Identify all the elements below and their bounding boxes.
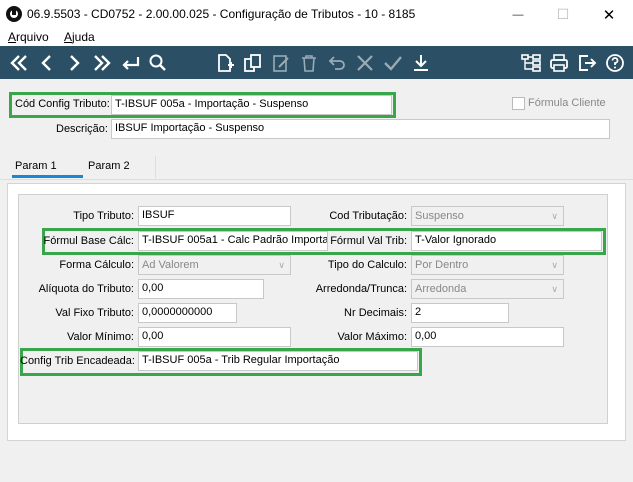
val-fixo-field[interactable]: 0,0000000000 <box>138 303 237 323</box>
enter-button[interactable] <box>117 50 143 76</box>
cod-tributacao-select[interactable]: Suspenso ∨ <box>411 206 564 226</box>
cod-config-field[interactable]: T-IBSUF 005a - Importação - Suspenso <box>111 95 392 115</box>
print-icon <box>550 54 568 72</box>
toolbar <box>0 46 633 79</box>
tipo-calculo-value: Por Dentro <box>415 259 469 271</box>
chevron-down-icon: ∨ <box>551 210 558 221</box>
undo-icon <box>328 56 345 70</box>
search-icon <box>149 54 166 71</box>
tipo-tributo-field[interactable]: IBSUF <box>138 206 291 226</box>
forma-calculo-value: Ad Valorem <box>142 259 199 271</box>
cancel-button[interactable] <box>352 50 378 76</box>
first-record-button[interactable] <box>6 50 32 76</box>
chevron-down-icon: ∨ <box>551 259 558 270</box>
edit-icon <box>273 55 289 72</box>
next-record-icon <box>70 55 80 71</box>
last-record-button[interactable] <box>89 50 115 76</box>
config-encadeada-field[interactable]: T-IBSUF 005a - Trib Regular Importação <box>138 351 418 371</box>
menu-arquivo[interactable]: Arquivo <box>8 30 49 44</box>
next-record-button[interactable] <box>61 50 87 76</box>
arredonda-label: Arredonda/Trunca: <box>315 283 407 295</box>
last-record-icon <box>94 55 111 71</box>
app-logo-icon <box>6 6 22 22</box>
close-button[interactable]: ✕ <box>586 0 632 29</box>
valor-maximo-label: Valor Máximo: <box>337 331 407 343</box>
config-encadeada-label: Config Trib Encadeada: <box>20 355 135 367</box>
nr-decimais-field[interactable]: 2 <box>411 303 509 323</box>
exit-button[interactable] <box>574 50 600 76</box>
menu-ajuda-label: juda <box>72 30 95 44</box>
confirm-icon <box>384 56 402 71</box>
edit-button[interactable] <box>268 50 294 76</box>
cancel-icon <box>357 55 373 71</box>
delete-icon <box>302 55 316 72</box>
download-button[interactable] <box>408 50 434 76</box>
help-button[interactable] <box>602 50 628 76</box>
search-button[interactable] <box>145 50 171 76</box>
tab-param-1[interactable]: Param 1 <box>15 160 57 172</box>
active-tab-indicator <box>12 175 83 178</box>
cod-tributacao-value: Suspenso <box>415 210 464 222</box>
chevron-down-icon: ∨ <box>551 283 558 294</box>
new-document-icon <box>218 54 234 72</box>
valor-maximo-field[interactable]: 0,00 <box>411 327 564 347</box>
maximize-icon: ☐ <box>556 6 570 22</box>
window-title: 06.9.5503 - CD0752 - 2.00.00.025 - Confi… <box>27 7 416 21</box>
chevron-down-icon: ∨ <box>278 259 285 270</box>
menu-ajuda-accel: A <box>64 30 73 44</box>
menu-arquivo-label: rquivo <box>16 30 49 44</box>
tipo-tributo-label: Tipo Tributo: <box>73 210 134 222</box>
maximize-button[interactable]: ☐ <box>540 0 586 29</box>
cod-tributacao-label: Cod Tributação: <box>329 210 407 222</box>
forma-calculo-select[interactable]: Ad Valorem ∨ <box>138 255 291 275</box>
menu-arquivo-accel: A <box>8 30 17 44</box>
tree-icon <box>521 54 541 72</box>
valor-minimo-label: Valor Mínimo: <box>66 331 134 343</box>
descricao-label: Descrição: <box>56 123 108 135</box>
forma-calculo-label: Forma Cálculo: <box>59 259 134 271</box>
first-record-icon <box>10 55 27 71</box>
tipo-calculo-label: Tipo do Calculo: <box>327 259 407 271</box>
nr-decimais-label: Nr Decimais: <box>344 307 407 319</box>
new-button[interactable] <box>212 50 238 76</box>
minimize-button[interactable]: — <box>495 0 541 29</box>
formul-val-label: Fórmul Val Trib: <box>330 235 407 247</box>
val-fixo-label: Val Fixo Tributo: <box>55 307 134 319</box>
menu-bar: Arquivo Ajuda <box>0 29 633 46</box>
exit-icon <box>579 55 597 71</box>
tree-button[interactable] <box>518 50 544 76</box>
download-icon <box>414 55 428 71</box>
confirm-button[interactable] <box>380 50 406 76</box>
valor-minimo-field[interactable]: 0,00 <box>138 327 291 347</box>
formul-base-label: Fórmul Base Cálc: <box>43 235 134 247</box>
minimize-icon: — <box>512 8 524 21</box>
cod-config-label: Cód Config Tributo: <box>15 98 110 110</box>
title-bar: 06.9.5503 - CD0752 - 2.00.00.025 - Confi… <box>0 0 633 29</box>
formula-cliente-label: Fórmula Cliente <box>528 97 606 109</box>
delete-button[interactable] <box>296 50 322 76</box>
tab-separator <box>155 156 156 178</box>
menu-ajuda[interactable]: Ajuda <box>64 30 95 44</box>
arredonda-select[interactable]: Arredonda ∨ <box>411 279 564 299</box>
descricao-field[interactable]: IBSUF Importação - Suspenso <box>111 119 610 139</box>
print-button[interactable] <box>546 50 572 76</box>
aliquota-field[interactable]: 0,00 <box>138 279 264 299</box>
undo-button[interactable] <box>324 50 350 76</box>
prev-record-button[interactable] <box>34 50 60 76</box>
close-icon: ✕ <box>602 6 616 24</box>
tipo-calculo-select[interactable]: Por Dentro ∨ <box>411 255 564 275</box>
enter-icon <box>122 57 140 70</box>
tabs-divider <box>0 179 633 180</box>
copy-button[interactable] <box>240 50 266 76</box>
aliquota-label: Alíquota do Tributo: <box>38 283 134 295</box>
arredonda-value: Arredonda <box>415 283 467 295</box>
tab-param-2[interactable]: Param 2 <box>88 160 130 172</box>
formula-cliente-checkbox[interactable] <box>512 97 525 110</box>
copy-icon <box>244 54 261 72</box>
formul-val-field[interactable]: T-Valor Ignorado <box>411 231 602 251</box>
prev-record-icon <box>41 55 51 71</box>
help-icon <box>606 54 624 72</box>
